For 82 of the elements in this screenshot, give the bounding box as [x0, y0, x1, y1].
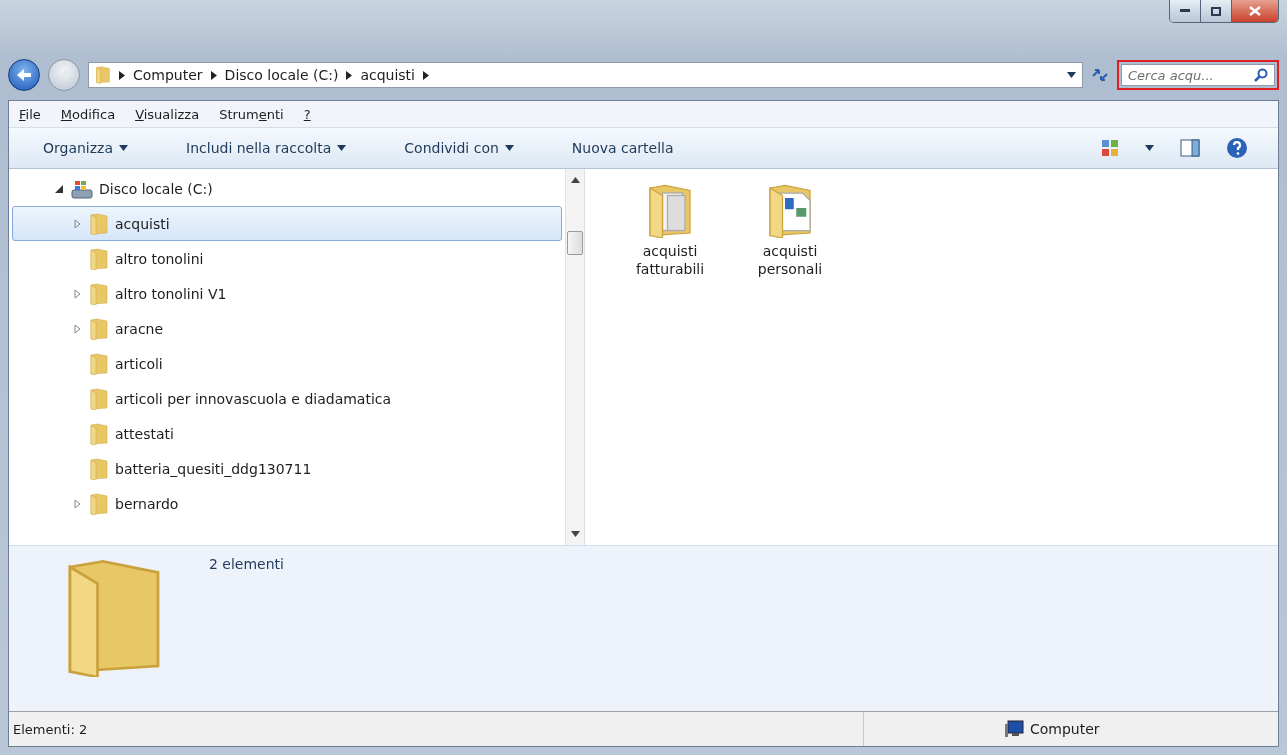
help-icon[interactable]: [1226, 137, 1248, 159]
folder-icon: [89, 212, 109, 235]
item-count: 2 elementi: [209, 556, 284, 574]
tree-item[interactable]: batteria_quesiti_ddg130711: [12, 451, 562, 486]
status-location: Computer: [1030, 721, 1100, 737]
expand-triangle-icon[interactable]: [73, 218, 81, 229]
folder-icon: [89, 387, 109, 410]
collapse-triangle-icon[interactable]: [55, 184, 63, 193]
search-field[interactable]: Cerca acqu...: [1117, 60, 1279, 90]
chevron-icon: [210, 70, 217, 80]
tree-item[interactable]: articoli per innovascuola e diadamatica: [12, 381, 562, 416]
scroll-down-icon[interactable]: [570, 531, 580, 537]
folder-name: acquisti fatturabili: [634, 242, 706, 278]
tree-item-label: altro tonolini: [115, 250, 204, 267]
drive-icon: [71, 178, 93, 199]
folder-item[interactable]: acquisti personali: [745, 183, 835, 278]
menu-item[interactable]: File: [19, 106, 41, 122]
folder-icon: [89, 352, 109, 375]
menu-item[interactable]: Strumenti: [219, 106, 284, 122]
tree-item-label: bernardo: [115, 495, 179, 512]
expand-triangle-icon[interactable]: [73, 498, 81, 509]
tree-item-label: articoli: [115, 355, 163, 372]
forward-button[interactable]: [48, 59, 80, 91]
tree-item[interactable]: bernardo: [12, 486, 562, 521]
back-arrow-icon: [16, 68, 32, 82]
folder-icon: [95, 66, 111, 84]
menu-item[interactable]: Visualizza: [135, 106, 200, 122]
preview-pane-icon[interactable]: [1180, 139, 1200, 157]
folder-item[interactable]: acquisti fatturabili: [625, 183, 715, 278]
maximize-button[interactable]: [1200, 0, 1231, 22]
toolbar-button[interactable]: Organizza: [39, 136, 133, 160]
caret-icon: [1145, 145, 1154, 151]
folder-name: acquisti personali: [756, 242, 824, 278]
search-icon: [1254, 68, 1268, 82]
tree-item[interactable]: altro tonolini: [12, 241, 562, 276]
tree-item-label: batteria_quesiti_ddg130711: [115, 460, 312, 477]
tree-item-label: articoli per innovascuola e diadamatica: [115, 390, 392, 407]
chevron-icon: [119, 70, 125, 80]
scrollbar-thumb[interactable]: [567, 231, 583, 255]
toolbar-button[interactable]: Nuova cartella: [567, 136, 678, 160]
folder-icon: [89, 422, 109, 445]
chevron-icon: [423, 70, 429, 80]
close-icon: [1249, 6, 1261, 16]
folder-icon: [89, 492, 109, 515]
status-text: Elementi: 2: [9, 712, 864, 746]
folder-icon: [89, 282, 109, 305]
folder-icon: [89, 317, 109, 340]
scroll-up-icon[interactable]: [570, 177, 580, 183]
breadcrumb[interactable]: Computer: [133, 67, 203, 83]
tree-item-label: Disco locale (C:): [99, 180, 213, 197]
menu-item[interactable]: ?: [303, 106, 311, 122]
tree-item[interactable]: attestati: [12, 416, 562, 451]
view-options-icon[interactable]: [1101, 139, 1119, 157]
menu-item[interactable]: Modifica: [60, 106, 116, 122]
tree-item-label: acquisti: [115, 215, 170, 232]
folder-icon: [89, 457, 109, 480]
chevron-icon: [346, 70, 353, 80]
breadcrumb[interactable]: Disco locale (C:): [224, 67, 339, 83]
computer-icon: [1004, 720, 1024, 738]
expand-triangle-icon[interactable]: [73, 288, 81, 299]
maximize-icon: [1211, 6, 1221, 16]
tree-item[interactable]: articoli: [12, 346, 562, 381]
refresh-icon[interactable]: [1091, 68, 1109, 82]
close-button[interactable]: [1231, 0, 1278, 22]
folder-icon: [89, 247, 109, 270]
expand-triangle-icon[interactable]: [73, 323, 81, 334]
scrollbar[interactable]: [565, 169, 584, 545]
toolbar-button[interactable]: Condividi con: [400, 136, 518, 160]
tree-item[interactable]: aracne: [12, 311, 562, 346]
minimize-icon: [1180, 9, 1190, 13]
tree-item[interactable]: acquisti: [12, 206, 562, 241]
tree-item[interactable]: altro tonolini V1: [12, 276, 562, 311]
address-bar[interactable]: Computer Disco locale (C:) acquisti: [88, 62, 1083, 88]
caret-icon: [1067, 72, 1076, 78]
tree-item[interactable]: Disco locale (C:): [12, 171, 562, 206]
tree-item-label: attestati: [115, 425, 174, 442]
tree-item-label: altro tonolini V1: [115, 285, 227, 302]
toolbar-button[interactable]: Includi nella raccolta: [182, 136, 351, 160]
back-button[interactable]: [8, 59, 40, 91]
breadcrumb[interactable]: acquisti: [360, 67, 415, 83]
tree-item-label: aracne: [115, 320, 164, 337]
minimize-button[interactable]: [1170, 0, 1200, 22]
